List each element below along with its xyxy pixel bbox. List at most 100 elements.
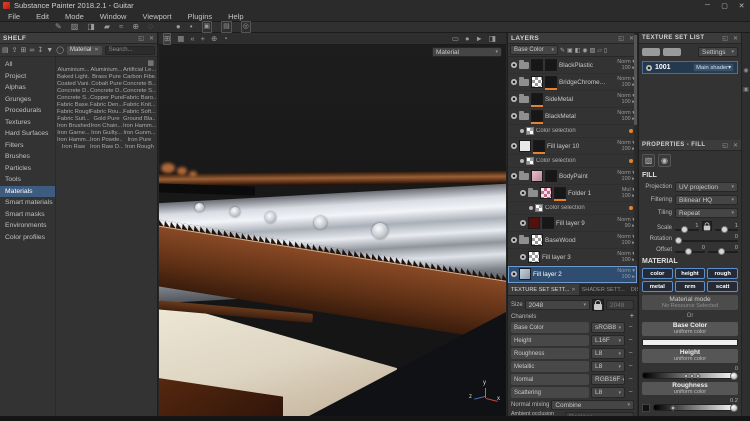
shader-dropdown[interactable]: Main shader ▾ [693, 63, 734, 72]
close-icon[interactable]: ✕ [571, 287, 575, 293]
close-icon[interactable]: ✕ [149, 35, 154, 42]
material-tile[interactable]: Fabric Rou... [90, 109, 123, 115]
sidebar-item-environments[interactable]: Environments [0, 220, 55, 232]
layer-row[interactable]: SideMetalNorm ▾100 ▸ [508, 91, 637, 108]
menu-item-window[interactable]: Window [92, 12, 135, 21]
remove-channel-icon[interactable]: − [627, 324, 634, 331]
remove-channel-icon[interactable]: − [627, 389, 634, 396]
layout-grid-icon[interactable]: ⊞ [163, 33, 171, 45]
sidebar-item-materials[interactable]: Materials [0, 186, 55, 198]
slider-marker[interactable] [670, 406, 676, 412]
material-tile[interactable]: Iron Chain... [90, 123, 123, 129]
material-tile[interactable]: Fabric Baro... [123, 95, 156, 101]
collapsed-panel-icon[interactable]: ▣ [743, 86, 749, 93]
focus-icon[interactable]: ⊕ [211, 34, 217, 44]
layer-thumbnail[interactable] [545, 59, 557, 71]
layer-blend-opacity[interactable]: Norm ▾100 ▸ [610, 234, 635, 247]
channel-chip-color[interactable]: color [642, 268, 673, 279]
layers-scrollbar[interactable] [634, 33, 637, 260]
material-tile[interactable]: Brass Pure [90, 74, 123, 80]
opacity-value[interactable]: 100 ▸ [610, 176, 635, 182]
layer-thumbnail[interactable] [531, 93, 543, 105]
material-tile[interactable]: Gold Pure [90, 116, 123, 122]
eye-icon[interactable] [520, 254, 526, 260]
opacity-value[interactable]: 100 ▸ [610, 193, 635, 199]
texture-set-row[interactable]: 1001 Main shader ▾ [642, 61, 738, 74]
material-tile[interactable]: Iron Guilty... [90, 130, 123, 136]
channel-chip-rough[interactable]: rough [707, 268, 738, 279]
sphere-icon[interactable]: ● [465, 34, 470, 44]
material-tile[interactable]: Concrete S... [123, 88, 156, 94]
layer-thumbnail[interactable] [531, 59, 543, 71]
layer-thumbnail[interactable] [528, 217, 540, 229]
sidebar-item-brushes[interactable]: Brushes [0, 151, 55, 163]
slider-marker[interactable] [695, 373, 701, 379]
layer-blend-opacity[interactable]: Norm ▾90 ▸ [610, 217, 635, 230]
layer-row[interactable]: Fill layer 2Norm ▾100 ▸ [508, 266, 637, 283]
sidebar-item-filters[interactable]: Filters [0, 140, 55, 152]
layer-thumbnail[interactable] [519, 268, 531, 280]
size-dropdown[interactable]: 2048 ▾ [525, 300, 590, 310]
flag-icon[interactable]: ► [475, 34, 482, 44]
layer-thumbnail[interactable] [519, 140, 531, 152]
channel-format-dropdown[interactable]: L8▾ [591, 361, 625, 372]
remove-channel-icon[interactable]: − [627, 363, 634, 370]
material-tile[interactable]: Copper Pure [90, 95, 123, 101]
projection-dropdown[interactable]: UV projection ▾ [675, 182, 738, 192]
pin-icon[interactable]: ◱ [722, 35, 728, 42]
scale-lock-button[interactable] [702, 221, 712, 231]
layer-blend-opacity[interactable]: Norm ▾100 ▸ [610, 110, 635, 123]
layer-blend-opacity[interactable]: Norm ▾100 ▸ [610, 59, 635, 72]
material-tile[interactable]: Aluminium... [57, 67, 90, 73]
layer-row[interactable]: Fill layer 3Norm ▾100 ▸ [508, 249, 637, 266]
material-tile[interactable]: Artificial Le... [123, 67, 156, 73]
opacity-value[interactable]: 100 ▸ [610, 99, 635, 105]
material-tile[interactable]: Baked Light... [57, 74, 90, 80]
layer-thumbnail[interactable] [540, 187, 552, 199]
channel-name-button[interactable]: Base Color [511, 322, 589, 333]
layer-blend-opacity[interactable]: Mul ▾100 ▸ [610, 187, 635, 200]
material-tile[interactable]: Concrete S... [57, 95, 90, 101]
material-tile[interactable]: Concrete D... [57, 88, 90, 94]
tab-shader-sett-[interactable]: SHADER SETT... [579, 284, 628, 295]
material-tile[interactable]: Iron Raw [57, 144, 90, 150]
sidebar-item-procedurals[interactable]: Procedurals [0, 105, 55, 117]
sidebar-item-color-profiles[interactable]: Color profiles [0, 232, 55, 244]
alpha-dot-icon[interactable]: • [190, 22, 193, 32]
material-tile[interactable]: Concrete D... [90, 88, 123, 94]
material-tile[interactable]: Aluminium... [90, 67, 123, 73]
frame-icon[interactable]: ▭ [452, 34, 459, 44]
material-tile[interactable]: Fabric Suit... [57, 116, 90, 122]
material-tile[interactable]: Carbon Fibe... [123, 74, 156, 80]
layer-blend-opacity[interactable]: Norm ▾100 ▸ [610, 251, 635, 264]
height-gradient-slider[interactable] [642, 372, 738, 379]
opacity-value[interactable]: 100 ▸ [610, 146, 635, 152]
viewport-shading-dropdown[interactable]: Material ▾ [432, 47, 502, 57]
slider-knob[interactable] [718, 248, 725, 255]
base-color-swatch[interactable] [642, 339, 738, 346]
layer-thumbnail[interactable] [554, 187, 566, 199]
eye-icon[interactable] [511, 62, 517, 68]
menu-item-file[interactable]: File [0, 12, 28, 21]
roughness-gradient-slider[interactable] [653, 404, 738, 411]
material-tile[interactable]: Iron Gunm... [123, 130, 156, 136]
layer-blend-opacity[interactable]: Norm ▾100 ▸ [610, 76, 635, 89]
symmetry-icon[interactable]: ◎ [241, 21, 251, 33]
sphere-mode-icon[interactable]: ◉ [658, 154, 671, 167]
settings-dropdown[interactable]: Settings ▾ [698, 47, 738, 57]
channel-chip-nrm[interactable]: nrm [675, 281, 706, 292]
collapsed-panel-icon[interactable]: ◉ [743, 67, 748, 74]
eye-icon[interactable] [511, 96, 517, 102]
layer-thumbnail[interactable] [542, 217, 554, 229]
material-tile[interactable]: Ground Bla... [123, 116, 156, 122]
layer-row[interactable]: Fill layer 10Norm ▾100 ▸ [508, 138, 637, 155]
filter-circle-icon[interactable]: ◯ [56, 46, 64, 54]
scale-y-slider[interactable] [715, 229, 739, 231]
channel-format-dropdown[interactable]: L8▾ [591, 387, 625, 398]
channel-chip-height[interactable]: height [675, 268, 706, 279]
texture-set-view-button[interactable] [663, 48, 681, 56]
pin-icon[interactable]: ◱ [722, 142, 728, 149]
opacity-value[interactable]: 100 ▸ [610, 240, 635, 246]
roughness-button[interactable]: Roughness uniform color [642, 382, 738, 395]
pin-icon[interactable]: ◱ [138, 35, 144, 42]
